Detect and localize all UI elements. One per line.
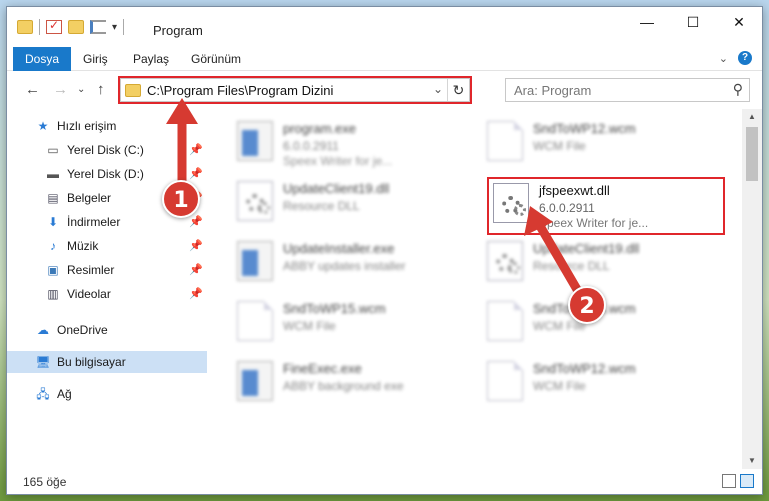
step-badge-2: 2 [568, 286, 606, 324]
step-badge-1: 1 [162, 180, 200, 218]
annotation-arrows [166, 98, 587, 303]
arrow-2 [524, 206, 587, 303]
arrow-1 [166, 98, 198, 191]
